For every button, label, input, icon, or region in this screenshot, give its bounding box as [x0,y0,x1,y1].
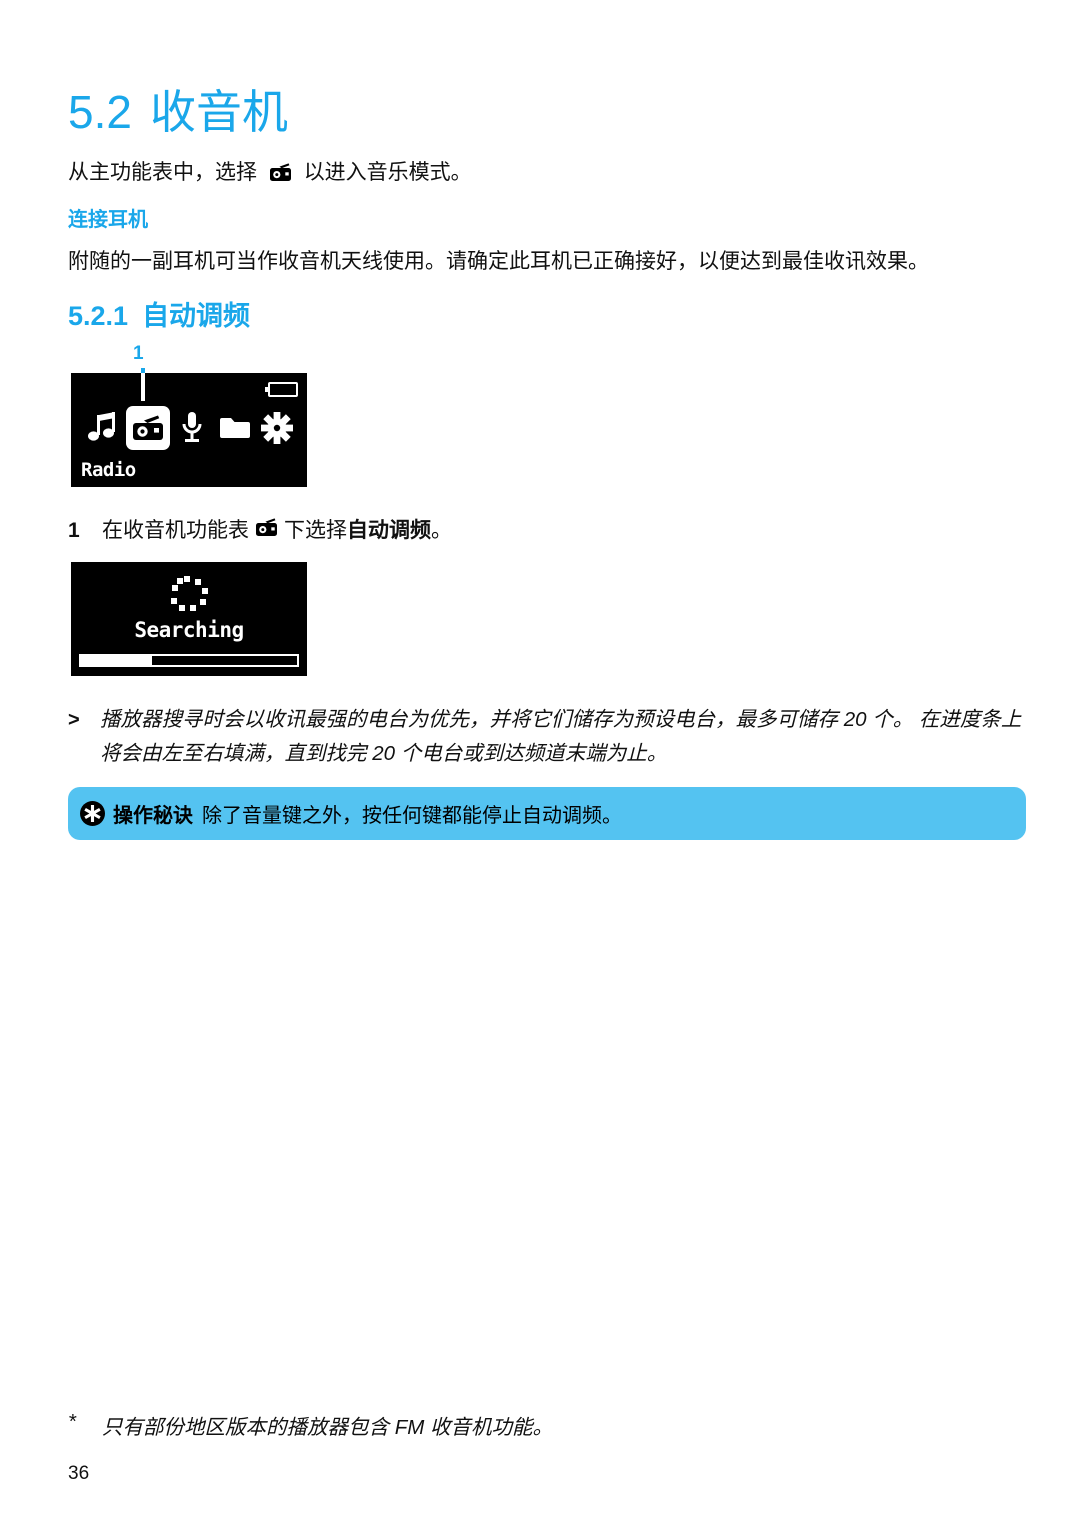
tip-callout-box: 操作秘诀 除了音量键之外，按任何键都能停止自动调频。 [68,787,1026,840]
callout-label-1: 1 [133,343,144,364]
step-text-bold: 自动调频 [347,519,431,542]
scan-progress-fill [81,656,153,665]
device-menu-item-recorder [172,406,212,450]
device-status-text: Searching [134,618,244,642]
page-title: 5.2 收音机 [68,76,288,142]
intro-text-after: 以进入音乐模式。 [303,161,472,184]
settings-gear-icon [261,412,293,444]
intro-paragraph: 从主功能表中，选择 以进入音乐模式。 [68,157,472,192]
device-menu-item-settings [257,406,297,450]
intro-text-before: 从主功能表中，选择 [68,161,257,184]
device-menu-item-folder [215,406,255,450]
device-screen-label: Radio [81,459,136,481]
device-screen-main-menu: Radio [71,373,307,487]
scan-progress-bar [79,654,299,667]
step-text-end: 。 [431,519,452,542]
device-screen-searching: Searching [71,562,307,676]
radio-icon [255,518,278,543]
note-line-1: 播放器搜寻时会以收讯最强的电台为优先，并将它们储存为预设电台，最多可储存 20 … [100,708,914,731]
battery-icon [265,382,298,397]
tip-text: 除了音量键之外，按任何键都能停止自动调频。 [202,805,622,827]
device-icon-row [83,404,297,452]
step-text-after: 下选择 [284,519,347,542]
device-menu-item-music [83,406,123,450]
step-text-before: 在收音机功能表 [102,519,249,542]
section-subheading: 连接耳机 [68,209,148,231]
footnote-text: 只有部份地区版本的播放器包含 FM 收音机功能。 [102,1416,553,1439]
folder-icon [219,415,251,441]
radio-icon [128,411,167,445]
tip-label: 操作秘诀 [113,805,193,827]
subsection-number: 5.2.1 [68,301,129,331]
note-body: 播放器搜寻时会以收讯最强的电台为优先，并将它们储存为预设电台，最多可储存 20 … [100,703,1026,771]
loading-spinner-icon [71,574,307,618]
radio-icon [269,160,292,192]
device-menu-item-radio [125,406,170,450]
step-item-1: 1 在收音机功能表 下选择 自动调频。 [68,514,452,544]
headphone-paragraph: 附随的一副耳机可当作收音机天线使用。请确定此耳机已正确接好，以便达到最佳收讯效果… [68,250,929,273]
page-title-number: 5.2 [68,86,132,138]
note-block: > 播放器搜寻时会以收讯最强的电台为优先，并将它们储存为预设电台，最多可储存 2… [68,703,1026,771]
subsection-title: 5.2.1 自动调频 [68,294,250,333]
callout-leader-line-inner [141,373,145,401]
step-number: 1 [68,519,80,542]
footnote: * 只有部份地区版本的播放器包含 FM 收音机功能。 [68,1410,553,1440]
microphone-icon [180,411,204,445]
page-number: 36 [68,1463,90,1484]
subsection-text: 自动调频 [142,301,251,331]
asterisk-tip-icon [80,801,105,826]
page-title-text: 收音机 [149,86,288,138]
music-note-icon [88,412,118,444]
note-marker: > [68,709,80,731]
footnote-marker: * [68,1410,76,1433]
manual-page: 5.2 收音机 从主功能表中，选择 以进入音乐模式。 连接耳机 附随的一副耳机可当… [0,0,1080,1529]
